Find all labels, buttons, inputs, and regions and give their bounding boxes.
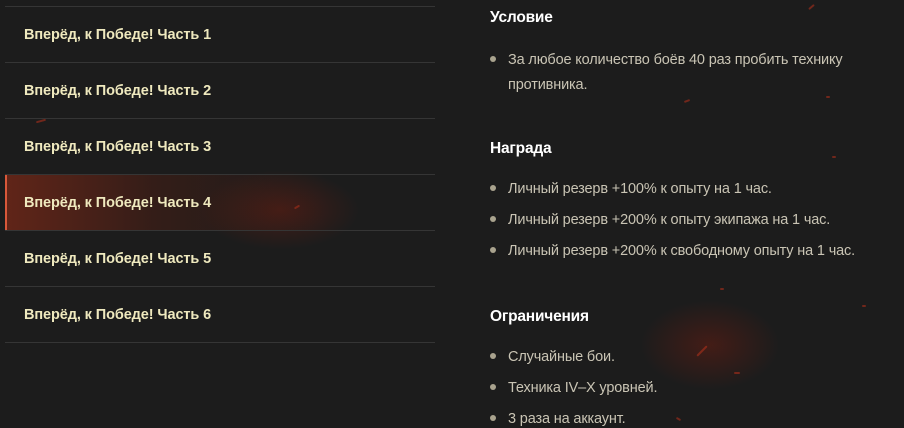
ember-spark [808,3,815,11]
ember-spark [683,99,691,103]
restrictions-title: Ограничения [490,308,589,325]
ember-spark [734,372,740,374]
mission-list: Вперёд, к Победе! Часть 1 Вперёд, к Побе… [5,6,435,343]
bullet-icon [490,247,496,253]
mission-item-part-4[interactable]: Вперёд, к Победе! Часть 4 [5,175,435,231]
ember-spark [720,288,724,290]
mission-label: Вперёд, к Победе! Часть 6 [24,306,212,323]
reward-item: Личный резерв +200% к свободному опыту н… [490,239,902,264]
bullet-icon [490,353,496,359]
bullet-icon [490,216,496,222]
bullet-icon [490,384,496,390]
reward-title: Награда [490,140,552,157]
reward-text: Личный резерв +200% к опыту экипажа на 1… [508,212,831,228]
reward-item: Личный резерв +100% к опыту на 1 час. [490,177,902,202]
ember-spark [862,305,866,307]
mission-label: Вперёд, к Победе! Часть 1 [24,26,212,43]
mission-label: Вперёд, к Победе! Часть 3 [24,138,212,155]
mission-item-part-2[interactable]: Вперёд, к Победе! Часть 2 [5,63,435,119]
restriction-text: 3 раза на аккаунт. [508,411,626,427]
reward-text: Личный резерв +200% к свободному опыту н… [508,243,855,259]
mission-label: Вперёд, к Победе! Часть 2 [24,82,212,99]
mission-item-part-1[interactable]: Вперёд, к Победе! Часть 1 [5,7,435,63]
bullet-icon [490,56,496,62]
restriction-item: Случайные бои. [490,345,902,370]
mission-label: Вперёд, к Победе! Часть 4 [24,194,212,211]
ember-spark [832,156,836,158]
bullet-icon [490,415,496,421]
condition-item: За любое количество боёв 40 раз пробить … [490,48,902,98]
restriction-text: Случайные бои. [508,349,615,365]
mission-item-part-3[interactable]: Вперёд, к Победе! Часть 3 [5,119,435,175]
condition-title: Условие [490,9,553,26]
page: Вперёд, к Победе! Часть 1 Вперёд, к Побе… [0,0,904,428]
bullet-icon [490,185,496,191]
reward-text: Личный резерв +100% к опыту на 1 час. [508,181,772,197]
mission-item-part-5[interactable]: Вперёд, к Победе! Часть 5 [5,231,435,287]
restriction-text: Техника IV–X уровней. [508,380,658,396]
restriction-item: Техника IV–X уровней. [490,376,902,401]
mission-label: Вперёд, к Победе! Часть 5 [24,250,212,267]
restriction-item: 3 раза на аккаунт. [490,407,902,428]
condition-text: За любое количество боёв 40 раз пробить … [508,52,843,93]
reward-item: Личный резерв +200% к опыту экипажа на 1… [490,208,902,233]
mission-item-part-6[interactable]: Вперёд, к Победе! Часть 6 [5,287,435,343]
